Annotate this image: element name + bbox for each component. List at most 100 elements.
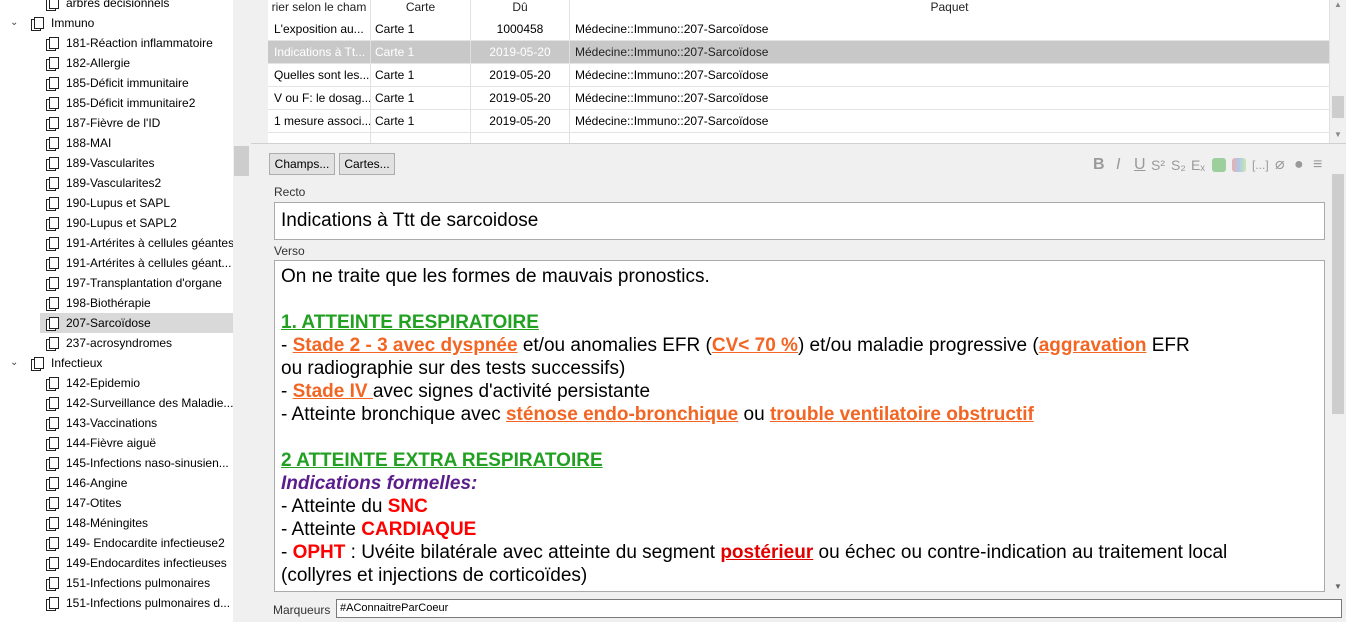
deck-icon [46,397,59,411]
bold-icon[interactable]: B [1093,155,1105,175]
sidebar-deck-item[interactable]: 198-Biothérapie [0,293,233,313]
column-header-due[interactable]: Dû [471,0,570,18]
sidebar-deck-item[interactable]: 151-Infections pulmonaires d... [0,593,233,613]
sidebar-scrollbar[interactable] [233,0,250,622]
highlight-color-icon[interactable] [1232,158,1246,172]
attach-icon[interactable]: ⌀ [1275,155,1285,175]
table-scrollbar[interactable]: ▲ ▼ [1330,0,1346,143]
chevron-down-icon[interactable]: ⌄ [10,353,22,373]
sidebar-deck-item[interactable]: 189-Vascularites [0,153,233,173]
table-row[interactable]: 1 mesure associ... Carte 1 2019-05-20 Médec… [268,110,1330,133]
editor-scrollbar-thumb[interactable] [1332,174,1344,414]
verso-field[interactable]: On ne traite que les formes de mauvais p… [274,260,1325,592]
column-header-card[interactable]: Carte [371,0,471,18]
sidebar-deck-item[interactable]: 237-acrosyndromes [0,333,233,353]
more-options-icon[interactable]: ≡ [1313,155,1322,175]
sidebar-item-label: 191-Artérites à cellules géantes [66,236,235,250]
sidebar-deck-item[interactable]: 182-Allergie [0,53,233,73]
sidebar-deck-item[interactable]: 146-Angine [0,473,233,493]
sidebar-deck-item[interactable]: 144-Fièvre aiguë [0,433,233,453]
cards-button[interactable]: Cartes... [339,153,395,175]
sidebar-deck-item[interactable]: 190-Lupus et SAPL [0,193,233,213]
verso-line: - Stade IV avec signes d'activité persis… [281,381,651,402]
sidebar-item-label: 185-Déficit immunitaire2 [66,96,196,110]
sidebar-deck-item[interactable]: 207-Sarcoïdose [40,313,233,333]
sidebar-deck-item[interactable]: 143-Vaccinations [0,413,233,433]
sidebar-deck-item[interactable]: 149-Endocardites infectieuses [0,553,233,573]
verso-line: - Atteinte du SNC [281,496,428,517]
text-color-icon[interactable] [1212,158,1226,172]
table-row[interactable]: V ou F: le dosag... Carte 1 2019-05-20 Méde… [268,87,1330,110]
table-row[interactable]: Quelles sont les... Carte 1 2019-05-20 Méde… [268,64,1330,87]
sidebar-deck-item[interactable]: arbres décisionnels [0,0,233,13]
scroll-up-arrow-icon[interactable]: ▲ [1334,0,1342,9]
chevron-down-icon[interactable]: ⌄ [10,13,22,33]
sidebar-deck-item[interactable]: 188-MAI [0,133,233,153]
superscript-icon[interactable]: S² [1151,155,1165,175]
sidebar-deck-item[interactable]: 142-Surveillance des Maladie... [0,393,233,413]
tags-input[interactable]: #AConnaitreParCoeur [336,599,1342,618]
scroll-down-arrow-icon[interactable]: ▼ [1334,582,1342,591]
sidebar-deck-item[interactable]: 191-Artérites à cellules géantes [0,233,235,253]
sidebar-deck-item[interactable]: 147-Otites [0,493,233,513]
table-scrollbar-thumb[interactable] [1332,96,1344,118]
recto-field[interactable]: Indications à Ttt de sarcoidose [274,202,1325,240]
sidebar-deck-item[interactable]: 148-Méningites [0,513,233,533]
cell-due: 2019-05-20 [471,64,570,86]
deck-icon [46,197,59,211]
deck-icon [46,137,59,151]
sidebar-item-label: 145-Infections naso-sinusien... [66,456,229,470]
underline-icon[interactable]: U [1134,155,1146,175]
scroll-down-arrow-icon[interactable]: ▼ [1334,130,1342,139]
italic-icon[interactable]: I [1116,155,1120,175]
sidebar-deck-item[interactable]: 142-Epidemio [0,373,233,393]
sidebar-item-label: 190-Lupus et SAPL2 [66,216,177,230]
cell-deck: Médecine::Immuno::207-Sarcoïdose [570,110,1330,132]
fields-button[interactable]: Champs... [269,153,335,175]
cell-card: Carte 1 [371,110,471,132]
subscript-icon[interactable]: S₂ [1171,155,1186,175]
deck-icon [46,457,59,471]
verso-heading: 2 ATTEINTE EXTRA RESPIRATOIRE [281,450,603,471]
table-row[interactable]: Indications à Tt... Carte 1 2019-05-20 Méde… [268,41,1330,64]
record-audio-icon[interactable]: ● [1294,155,1304,175]
sidebar-scrollbar-thumb[interactable] [234,146,249,176]
cloze-icon[interactable]: [...] [1252,155,1269,175]
cell-sort-field: Quelles sont les... [268,64,371,86]
sidebar-item-label: 149-Endocardites infectieuses [66,556,227,570]
sidebar-item-label: 151-Infections pulmonaires d... [66,596,231,610]
deck-icon [46,417,59,431]
column-header-deck[interactable]: Paquet [570,0,1330,18]
deck-icon [46,497,59,511]
sidebar-item-label: 187-Fièvre de l'ID [66,116,161,130]
sidebar-deck-item[interactable]: 149- Endocardite infectieuse2 [0,533,233,553]
sidebar-parent-deck[interactable]: ⌄ Immuno [0,13,233,33]
sidebar-parent-deck[interactable]: ⌄ Infectieux [0,353,233,373]
sidebar-deck-item[interactable]: 190-Lupus et SAPL2 [0,213,233,233]
deck-icon [46,257,59,271]
tags-label: Marqueurs [273,603,331,617]
deck-icon [31,17,44,31]
deck-icon [46,157,59,171]
sidebar-item-label: 144-Fièvre aiguë [66,436,157,450]
deck-icon [46,117,59,131]
sidebar-deck-item[interactable]: 197-Transplantation d'organe [0,273,233,293]
column-header-sort-field[interactable]: rier selon le cham [268,0,371,18]
sidebar-deck-item[interactable]: 189-Vascularites2 [0,173,233,193]
deck-icon [46,37,59,51]
sidebar-deck-item[interactable]: 187-Fièvre de l'ID [0,113,233,133]
sidebar-item-label: 190-Lupus et SAPL [66,196,171,210]
sidebar-deck-item[interactable]: 185-Déficit immunitaire2 [0,93,233,113]
cell-sort-field: 1 mesure associ... [268,110,371,132]
sidebar-deck-item[interactable]: 191-Artérites à cellules géant... [0,253,233,273]
sidebar-deck-item[interactable]: 151-Infections pulmonaires [0,573,233,593]
table-row[interactable]: L'exposition au... Carte 1 1000458 Médecine… [268,18,1330,41]
sidebar-deck-item[interactable]: 185-Déficit immunitaire [0,73,233,93]
sidebar-item-label: 207-Sarcoïdose [66,316,151,330]
editor-scrollbar[interactable]: ▼ [1330,166,1346,594]
sidebar-deck-item[interactable]: 181-Réaction inflammatoire [0,33,233,53]
clear-format-icon[interactable]: Eₓ [1191,155,1205,175]
sidebar-item-label: Infectieux [51,356,103,370]
sidebar-deck-item[interactable]: 145-Infections naso-sinusien... [0,453,233,473]
sidebar-item-label: 146-Angine [66,476,128,490]
